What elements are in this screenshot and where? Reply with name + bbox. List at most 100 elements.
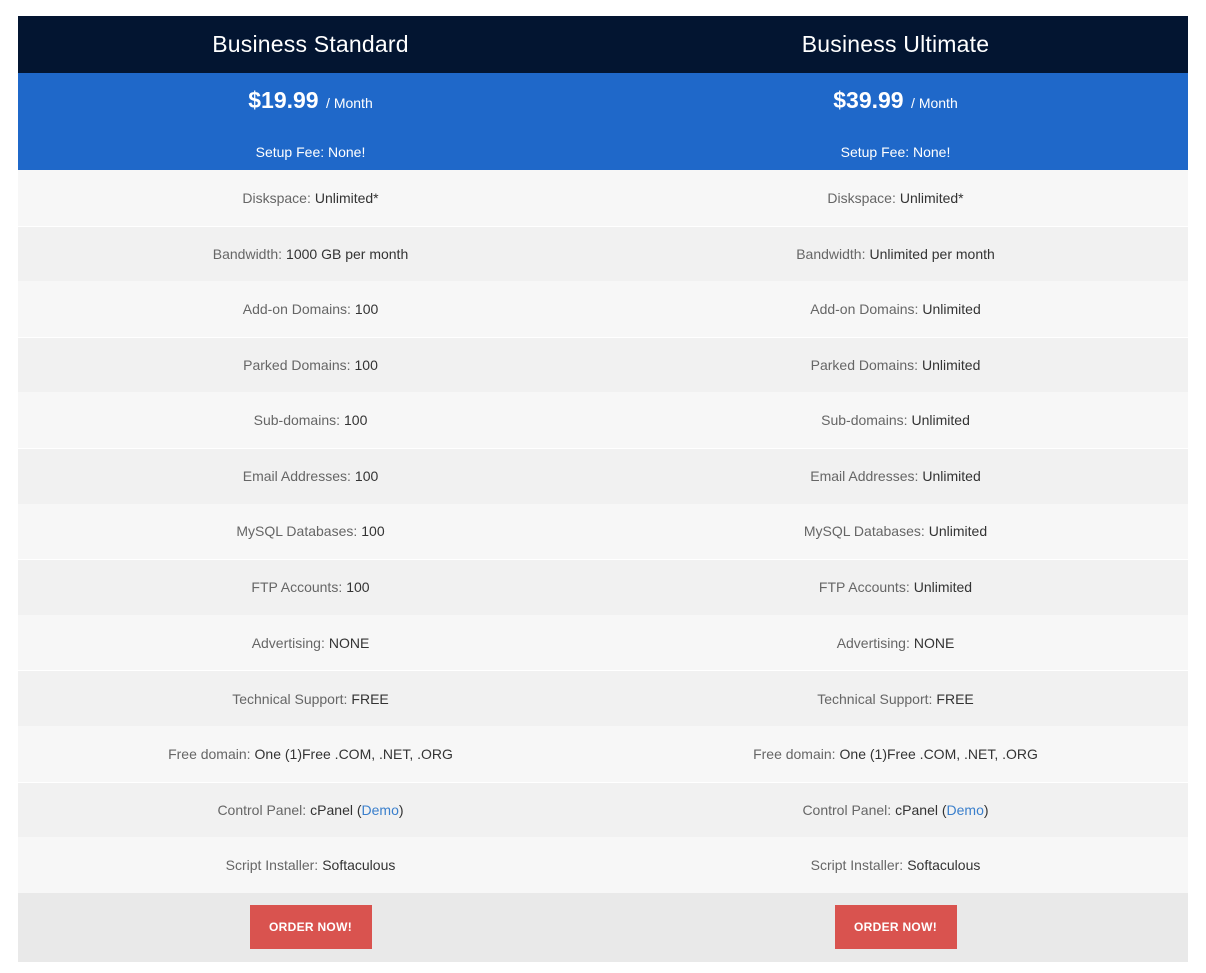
feature-value: cPanel (Demo) bbox=[895, 802, 988, 818]
feature-value: Unlimited bbox=[913, 579, 973, 596]
feature-value: Softaculous bbox=[907, 856, 981, 873]
feature-label: Control Panel: bbox=[802, 801, 892, 818]
feature-label: Control Panel: bbox=[217, 801, 307, 818]
feature-row-script-installer: Script Installer: Softaculous bbox=[603, 837, 1188, 893]
feature-value: One (1)Free .COM, .NET, .ORG bbox=[254, 745, 453, 762]
feature-row-subdomains: Sub-domains: 100 bbox=[18, 392, 603, 448]
price-line: $39.99 / Month bbox=[603, 87, 1188, 114]
feature-row-mysql-databases: MySQL Databases: Unlimited bbox=[603, 503, 1188, 560]
feature-value: cPanel (Demo) bbox=[310, 802, 403, 818]
feature-value: NONE bbox=[913, 634, 955, 651]
order-now-button[interactable]: ORDER NOW! bbox=[249, 905, 372, 950]
feature-value: 100 bbox=[354, 468, 379, 485]
feature-row-email-addresses: Email Addresses: 100 bbox=[18, 447, 603, 504]
price-amount: $19.99 bbox=[248, 87, 319, 113]
plan-price-block: $39.99 / Month Setup Fee: None! bbox=[603, 73, 1188, 170]
feature-label: Advertising: bbox=[251, 634, 325, 651]
feature-label: Script Installer: bbox=[810, 856, 904, 873]
feature-label: Technical Support: bbox=[232, 690, 348, 707]
feature-value: Softaculous bbox=[322, 856, 396, 873]
order-now-button[interactable]: ORDER NOW! bbox=[834, 905, 957, 950]
feature-label: Email Addresses: bbox=[810, 468, 919, 485]
feature-row-ftp-accounts: FTP Accounts: Unlimited bbox=[603, 559, 1188, 615]
feature-label: Sub-domains: bbox=[821, 412, 908, 429]
feature-label: Add-on Domains: bbox=[810, 300, 919, 317]
plan-title: Business Standard bbox=[18, 16, 603, 73]
feature-label: Script Installer: bbox=[225, 856, 319, 873]
setup-fee: Setup Fee: None! bbox=[255, 144, 366, 160]
feature-row-advertising: Advertising: NONE bbox=[18, 614, 603, 671]
feature-label: Diskspace: bbox=[242, 189, 311, 206]
feature-label: FTP Accounts: bbox=[251, 579, 343, 596]
feature-value: 100 bbox=[354, 300, 379, 317]
feature-row-parked-domains: Parked Domains: 100 bbox=[18, 336, 603, 393]
plan-title: Business Ultimate bbox=[603, 16, 1188, 73]
pricing-table: Business Standard $19.99 / Month Setup F… bbox=[18, 16, 1188, 962]
feature-row-free-domain: Free domain: One (1)Free .COM, .NET, .ORG bbox=[18, 725, 603, 782]
feature-label: Sub-domains: bbox=[253, 412, 341, 429]
feature-label: Advertising: bbox=[836, 634, 910, 651]
feature-label: Free domain: bbox=[753, 745, 836, 762]
order-row: ORDER NOW! bbox=[603, 892, 1188, 962]
feature-row-addon-domains: Add-on Domains: Unlimited bbox=[603, 281, 1188, 337]
feature-label: Technical Support: bbox=[817, 690, 933, 707]
price-line: $19.99 / Month bbox=[18, 87, 603, 114]
feature-label: Parked Domains: bbox=[243, 357, 351, 374]
feature-row-advertising: Advertising: NONE bbox=[603, 614, 1188, 671]
price-period: / Month bbox=[911, 95, 958, 111]
feature-label: Free domain: bbox=[168, 745, 251, 762]
plan-business-ultimate: Business Ultimate $39.99 / Month Setup F… bbox=[603, 16, 1188, 962]
feature-row-diskspace: Diskspace: Unlimited* bbox=[603, 170, 1188, 226]
feature-label: Diskspace: bbox=[827, 189, 896, 206]
feature-value: Unlimited* bbox=[899, 189, 964, 206]
feature-label: Add-on Domains: bbox=[242, 300, 351, 317]
control-panel-suffix: ) bbox=[983, 801, 989, 818]
feature-row-addon-domains: Add-on Domains: 100 bbox=[18, 281, 603, 337]
setup-fee: Setup Fee: None! bbox=[840, 144, 951, 160]
feature-row-technical-support: Technical Support: FREE bbox=[18, 670, 603, 726]
feature-row-free-domain: Free domain: One (1)Free .COM, .NET, .ORG bbox=[603, 725, 1188, 782]
control-panel-suffix: ) bbox=[398, 801, 404, 818]
control-panel-value: cPanel ( bbox=[895, 801, 947, 818]
feature-label: Bandwidth: bbox=[796, 245, 866, 262]
feature-value: NONE bbox=[328, 634, 370, 651]
feature-value: 100 bbox=[361, 523, 385, 540]
feature-row-mysql-databases: MySQL Databases: 100 bbox=[18, 503, 603, 560]
feature-value: One (1)Free .COM, .NET, .ORG bbox=[839, 745, 1038, 762]
demo-link[interactable]: Demo bbox=[947, 802, 984, 818]
feature-row-bandwidth: Bandwidth: Unlimited per month bbox=[603, 225, 1188, 282]
feature-value: Unlimited per month bbox=[869, 245, 995, 262]
feature-label: Parked Domains: bbox=[810, 357, 919, 374]
feature-value: Unlimited bbox=[922, 357, 981, 374]
feature-row-bandwidth: Bandwidth: 1000 GB per month bbox=[18, 225, 603, 282]
feature-value: Unlimited bbox=[911, 412, 970, 429]
demo-link[interactable]: Demo bbox=[362, 802, 399, 818]
feature-label: Email Addresses: bbox=[242, 468, 351, 485]
feature-row-diskspace: Diskspace: Unlimited* bbox=[18, 170, 603, 226]
feature-row-ftp-accounts: FTP Accounts: 100 bbox=[18, 559, 603, 615]
price-period: / Month bbox=[326, 95, 373, 111]
feature-value: Unlimited bbox=[922, 468, 981, 485]
plan-business-standard: Business Standard $19.99 / Month Setup F… bbox=[18, 16, 603, 962]
feature-value: FREE bbox=[936, 690, 974, 707]
price-amount: $39.99 bbox=[833, 87, 904, 113]
feature-row-subdomains: Sub-domains: Unlimited bbox=[603, 392, 1188, 448]
feature-value: Unlimited* bbox=[314, 189, 379, 206]
feature-label: FTP Accounts: bbox=[818, 579, 910, 596]
feature-value: Unlimited bbox=[922, 300, 981, 317]
feature-label: MySQL Databases: bbox=[803, 523, 925, 540]
feature-value: 1000 GB per month bbox=[286, 245, 409, 262]
feature-row-control-panel: Control Panel: cPanel (Demo) bbox=[603, 781, 1188, 838]
feature-value: FREE bbox=[351, 690, 389, 707]
feature-value: 100 bbox=[354, 357, 378, 374]
feature-row-control-panel: Control Panel: cPanel (Demo) bbox=[18, 781, 603, 838]
feature-label: MySQL Databases: bbox=[236, 523, 358, 540]
control-panel-value: cPanel ( bbox=[310, 801, 362, 818]
feature-row-email-addresses: Email Addresses: Unlimited bbox=[603, 447, 1188, 504]
feature-row-parked-domains: Parked Domains: Unlimited bbox=[603, 336, 1188, 393]
plan-price-block: $19.99 / Month Setup Fee: None! bbox=[18, 73, 603, 170]
feature-value: 100 bbox=[344, 412, 368, 429]
feature-label: Bandwidth: bbox=[212, 245, 283, 262]
feature-row-script-installer: Script Installer: Softaculous bbox=[18, 837, 603, 893]
feature-value: Unlimited bbox=[928, 523, 988, 540]
